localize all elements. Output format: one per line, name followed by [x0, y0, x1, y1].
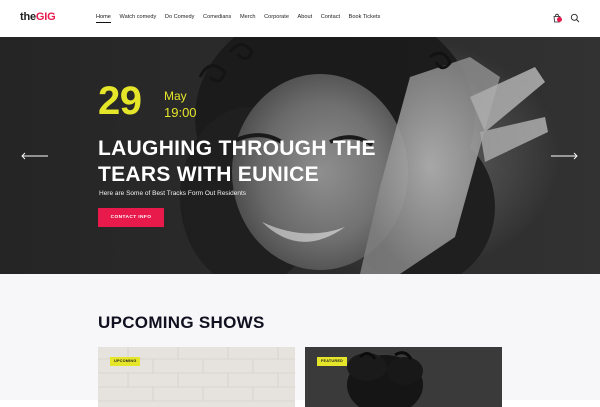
- brick-wall-image: [98, 347, 295, 407]
- logo-gig: GIG: [35, 11, 56, 23]
- contact-info-button[interactable]: CONTACT INFO: [98, 208, 164, 227]
- arrow-right-icon[interactable]: [550, 152, 578, 160]
- site-logo[interactable]: theGIG: [20, 11, 56, 23]
- featured-badge: FEATURED: [317, 357, 347, 366]
- event-month: May: [164, 89, 187, 103]
- cart-badge: [557, 17, 562, 22]
- hero-banner: 29 May 19:00 LAUGHING THROUGH THE TEARS …: [0, 37, 600, 274]
- nav-watch-comedy[interactable]: Watch comedy: [120, 14, 157, 20]
- show-card[interactable]: FEATURED: [305, 347, 502, 407]
- main-nav: Home Watch comedy Do Comedy Comedians Me…: [96, 14, 389, 23]
- nav-corporate[interactable]: Corporate: [264, 14, 289, 20]
- nav-book-tickets[interactable]: Book Tickets: [349, 14, 381, 20]
- arrow-left-icon[interactable]: [21, 152, 49, 160]
- event-day: 29: [98, 79, 142, 123]
- hero-title: LAUGHING THROUGH THE TEARS WITH EUNICE: [98, 137, 376, 186]
- hero-subtitle: Here are Some of Best Tracks Form Out Re…: [99, 190, 247, 197]
- logo-the: the: [20, 11, 36, 23]
- site-header: theGIG Home Watch comedy Do Comedy Comed…: [0, 0, 600, 37]
- event-time: 19:00: [164, 105, 197, 120]
- search-icon[interactable]: [570, 13, 580, 23]
- nav-comedians[interactable]: Comedians: [203, 14, 231, 20]
- nav-contact[interactable]: Contact: [321, 14, 340, 20]
- performer-photo: [305, 347, 502, 407]
- nav-do-comedy[interactable]: Do Comedy: [165, 14, 195, 20]
- nav-merch[interactable]: Merch: [240, 14, 256, 20]
- upcoming-badge: UPCOMING: [110, 357, 141, 366]
- upcoming-shows-section: UPCOMING SHOWS UPCOMING FEATURED: [0, 274, 600, 407]
- nav-about[interactable]: About: [298, 14, 313, 20]
- nav-home[interactable]: Home: [96, 14, 111, 23]
- show-card[interactable]: UPCOMING: [98, 347, 295, 407]
- section-title: UPCOMING SHOWS: [98, 313, 265, 332]
